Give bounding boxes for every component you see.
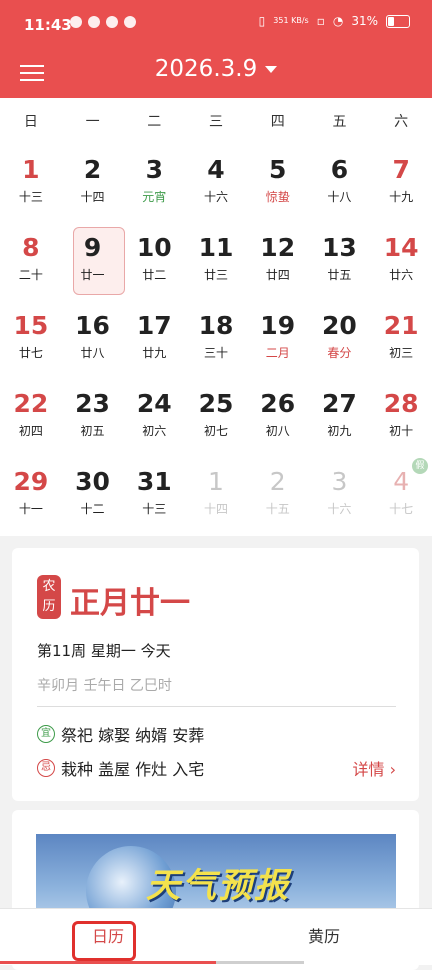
- ganzhi-info: 辛卯月 壬午日 乙巳时: [37, 678, 172, 694]
- day-cell[interactable]: 4 十六: [185, 144, 247, 222]
- day-grid: 1 十三 2 十四 3 元宵 4 十六 5 惊蛰 6 十八 7 十九 8 二十 9 廿一 10 廿二…: [0, 144, 432, 534]
- day-cell[interactable]: 15 廿七: [0, 300, 62, 378]
- week-info: 第11周 星期一 今天: [37, 642, 171, 660]
- suitable-icon: 宜: [37, 725, 55, 743]
- day-cell[interactable]: 2 十四: [62, 144, 124, 222]
- avoid-text: 栽种 盖屋 作灶 入宅: [61, 760, 205, 779]
- current-date: 2026.3.9: [154, 56, 258, 82]
- battery-icon: [386, 14, 410, 28]
- day-cell[interactable]: 6 十八: [309, 144, 371, 222]
- weekday-label: 二: [147, 114, 162, 130]
- suitable-text: 祭祀 嫁娶 纳婿 安葬: [61, 726, 205, 745]
- net-speed: 351 KB/s: [273, 16, 309, 25]
- weekday-label: 五: [332, 114, 347, 130]
- day-cell[interactable]: 29 十一: [0, 456, 62, 534]
- weather-banner-text: 天气预报: [146, 866, 290, 906]
- day-cell[interactable]: 7 十九: [370, 144, 432, 222]
- day-cell-next-month[interactable]: 1 十四: [185, 456, 247, 534]
- details-link[interactable]: 详情 ›: [353, 756, 397, 780]
- lunar-badge: 农历: [37, 575, 61, 619]
- app-notification-icon: [124, 16, 136, 28]
- day-cell[interactable]: 25 初七: [185, 378, 247, 456]
- weekday-label: 三: [209, 114, 224, 130]
- day-cell[interactable]: 30 十二: [62, 456, 124, 534]
- status-time: 11:43: [24, 16, 72, 34]
- day-cell[interactable]: 17 廿九: [123, 300, 185, 378]
- day-cell[interactable]: 18 三十: [185, 300, 247, 378]
- day-cell[interactable]: 28 初十: [370, 378, 432, 456]
- vibrate-icon: ▯: [258, 14, 266, 28]
- avoid-row: 忌 栽种 盖屋 作灶 入宅: [37, 756, 204, 780]
- day-cell[interactable]: 8 二十: [0, 222, 62, 300]
- day-cell[interactable]: 12 廿四: [247, 222, 309, 300]
- day-cell[interactable]: 21 初三: [370, 300, 432, 378]
- battery-text: 31%: [351, 14, 378, 28]
- system-indicators: ▯ 351 KB/s ▫ ◔ 31%: [259, 14, 410, 28]
- almanac-card[interactable]: 农历 正月廿一 第11周 星期一 今天 辛卯月 壬午日 乙巳时 宜 祭祀 嫁娶 …: [12, 548, 419, 801]
- month-calendar: 日 一 二 三 四 五 六 1 十三 2 十四 3 元宵 4 十六 5 惊蛰 6 十八 7十…: [0, 98, 432, 536]
- weekday-label: 一: [85, 114, 100, 130]
- day-cell[interactable]: 14 廿六: [370, 222, 432, 300]
- day-cell-next-month[interactable]: 假 4 十七: [370, 456, 432, 534]
- month-selector[interactable]: 2026.3.9: [0, 56, 432, 82]
- tab-almanac-label: 黄历: [307, 927, 340, 946]
- day-cell[interactable]: 11 廿三: [185, 222, 247, 300]
- wifi-icon: ◔: [332, 14, 344, 28]
- day-cell[interactable]: 31 十三: [123, 456, 185, 534]
- weekday-label: 六: [394, 114, 409, 130]
- day-cell[interactable]: 1 十三: [0, 144, 62, 222]
- suitable-row: 宜 祭祀 嫁娶 纳婿 安葬: [37, 722, 204, 746]
- day-cell[interactable]: 22 初四: [0, 378, 62, 456]
- weekday-label: 日: [23, 114, 38, 130]
- app-notification-icon: [88, 16, 100, 28]
- day-cell[interactable]: 13 廿五: [309, 222, 371, 300]
- day-cell[interactable]: 10 廿二: [123, 222, 185, 300]
- day-cell[interactable]: 5 惊蛰: [247, 144, 309, 222]
- day-cell-next-month[interactable]: 2 十五: [247, 456, 309, 534]
- dropdown-caret-icon: [265, 66, 278, 73]
- day-cell[interactable]: 16 廿八: [62, 300, 124, 378]
- day-cell[interactable]: 27 初九: [309, 378, 371, 456]
- lunar-date: 正月廿一: [70, 586, 190, 621]
- day-cell[interactable]: 24 初六: [123, 378, 185, 456]
- avoid-icon: 忌: [37, 759, 55, 777]
- day-cell-next-month[interactable]: 3 十六: [309, 456, 371, 534]
- status-bar: 11:43 ▯ 351 KB/s ▫ ◔ 31%: [0, 0, 432, 52]
- weekday-label: 四: [270, 114, 285, 130]
- notification-icons: [70, 16, 136, 28]
- day-cell[interactable]: 23 初五: [62, 378, 124, 456]
- active-tab-highlight: [72, 921, 136, 961]
- day-cell[interactable]: 19 二月: [247, 300, 309, 378]
- tab-almanac[interactable]: 黄历: [216, 909, 432, 965]
- day-cell[interactable]: 20 春分: [309, 300, 371, 378]
- weekday-header: 日 一 二 三 四 五 六: [0, 98, 432, 144]
- day-cell-selected[interactable]: 9 廿一: [62, 222, 125, 300]
- divider: [37, 706, 396, 707]
- sim-icon: ▫: [316, 14, 325, 28]
- app-notification-icon: [70, 16, 82, 28]
- day-cell[interactable]: 3 元宵: [123, 144, 185, 222]
- app-bar: 2026.3.9: [0, 52, 432, 98]
- day-cell[interactable]: 26 初八: [247, 378, 309, 456]
- app-notification-icon: [106, 16, 118, 28]
- bottom-tab-bar: 日历 黄历: [0, 908, 432, 965]
